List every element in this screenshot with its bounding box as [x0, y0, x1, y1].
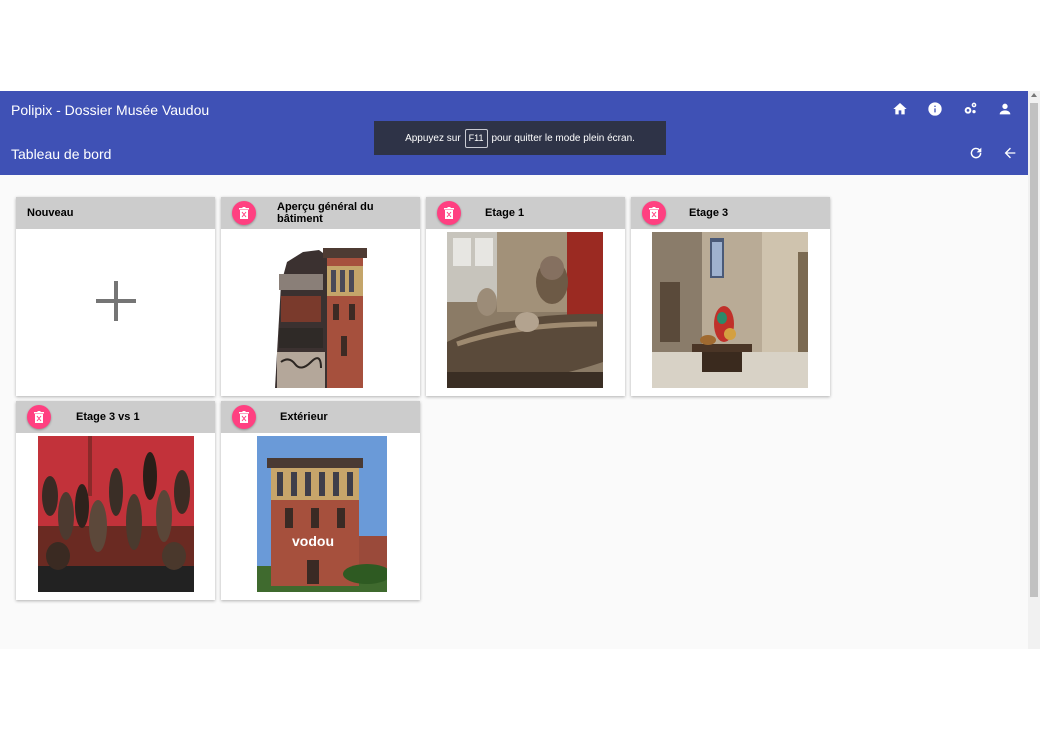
card-header: Etage 1 [426, 197, 625, 229]
toast-text-before: Appuyez sur [405, 132, 461, 144]
card-thumbnail [447, 232, 603, 388]
card-title: Etage 1 [485, 207, 525, 219]
app-toolbar: Polipix - Dossier Musée Vaudou Tableau d… [0, 91, 1028, 175]
dashboard-card[interactable]: Etage 1 [426, 197, 625, 396]
account-icon[interactable] [997, 99, 1013, 119]
toast-text-after: pour quitter le mode plein écran. [491, 132, 635, 144]
card-header: Etage 3 vs 1 [16, 401, 215, 433]
card-title: Etage 3 [689, 207, 729, 219]
delete-button[interactable] [642, 201, 666, 225]
card-thumbnail [267, 244, 375, 388]
page-title: Tableau de bord [11, 146, 112, 162]
scrollbar-thumb[interactable] [1030, 103, 1038, 597]
toast-key: F11 [464, 128, 488, 148]
add-icon[interactable] [96, 281, 136, 321]
page-actions [968, 143, 1018, 163]
dashboard-card[interactable]: Aperçu général du bâtiment [221, 197, 420, 396]
scroll-up-arrow-icon[interactable] [1031, 93, 1037, 97]
card-thumbnail: vodou [257, 436, 387, 592]
new-card[interactable]: Nouveau [16, 197, 215, 396]
card-header: Aperçu général du bâtiment [221, 197, 420, 229]
delete-button[interactable] [232, 405, 256, 429]
dashboard-card[interactable]: Etage 3 vs 1 [16, 401, 215, 600]
delete-button[interactable] [232, 201, 256, 225]
card-title: Extérieur [280, 411, 328, 423]
home-icon[interactable] [892, 99, 908, 119]
card-title: Etage 3 vs 1 [76, 411, 140, 423]
settings-icon[interactable] [962, 99, 978, 119]
page-scrollbar[interactable] [1028, 91, 1040, 649]
card-title: Aperçu général du bâtiment [277, 201, 374, 225]
delete-button[interactable] [437, 201, 461, 225]
toolbar-actions [892, 99, 1013, 119]
fullscreen-toast: Appuyez sur F11 pour quitter le mode ple… [374, 121, 666, 155]
delete-button[interactable] [27, 405, 51, 429]
refresh-icon[interactable] [968, 143, 984, 163]
card-header: Etage 3 [631, 197, 830, 229]
card-thumbnail [652, 232, 808, 388]
arrow-back-icon[interactable] [1002, 143, 1018, 163]
app-container: Polipix - Dossier Musée Vaudou Tableau d… [0, 91, 1028, 649]
card-thumbnail [38, 436, 194, 592]
card-title: Nouveau [27, 207, 74, 219]
dashboard-card[interactable]: Etage 3 [631, 197, 830, 396]
info-icon[interactable] [927, 99, 943, 119]
dashboard-card[interactable]: Extérieur vodou [221, 401, 420, 600]
card-header: Nouveau [16, 197, 215, 229]
card-image-text: vodou [292, 533, 334, 549]
app-title: Polipix - Dossier Musée Vaudou [11, 102, 210, 118]
card-header: Extérieur [221, 401, 420, 433]
